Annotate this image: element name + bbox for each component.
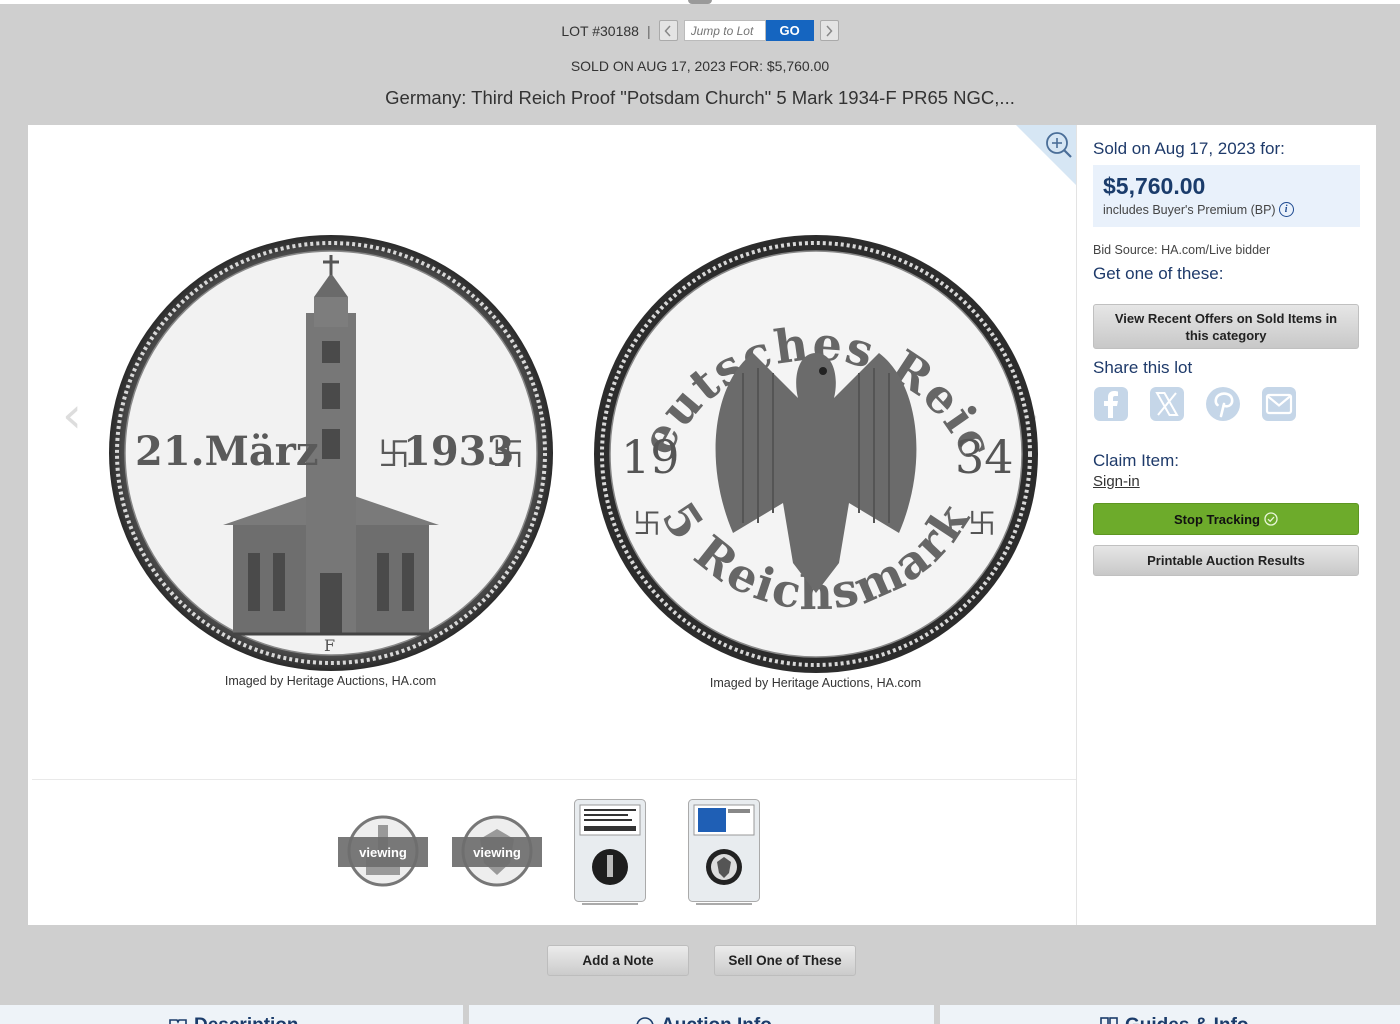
check-circle-icon <box>1264 512 1278 526</box>
info-icon[interactable]: i <box>1278 202 1294 217</box>
buyers-premium-text: includes Buyer's Premium (BP) <box>1103 202 1276 217</box>
sold-price: $5,760.00 <box>1103 173 1206 199</box>
tab-guides-info[interactable]: Guides & Info <box>940 1005 1400 1024</box>
lot-panel: ‹ › 21.März 193 <box>28 125 1376 925</box>
lot-navigation: LOT #30188 | GO <box>0 20 1400 41</box>
lot-separator: | <box>646 22 651 39</box>
lot-number: LOT #30188 <box>561 22 639 39</box>
facebook-icon[interactable] <box>1093 386 1129 422</box>
tab-guides-info-label: Guides & Info <box>1125 1015 1249 1024</box>
obverse-mint-mark: F <box>324 636 335 655</box>
thumbnail-divider <box>32 779 1076 780</box>
tab-description-label: Description <box>194 1015 299 1024</box>
claim-heading: Claim Item: <box>1093 451 1179 470</box>
thumbnail-reverse[interactable]: viewing <box>452 815 542 887</box>
buyers-premium-note: includes Buyer's Premium (BP) i <box>1103 202 1350 217</box>
grid-icon <box>1100 1017 1118 1024</box>
thumbnail-slab-back[interactable] <box>688 799 760 905</box>
lot-title: Germany: Third Reich Proof "Potsdam Chur… <box>385 87 1015 108</box>
previous-image-arrow[interactable]: ‹ <box>62 390 82 440</box>
viewing-label: viewing <box>338 837 428 867</box>
coin-obverse-image[interactable]: 21.März 1933 卐 卐 F <box>108 233 554 673</box>
stop-tracking-button[interactable]: Stop Tracking <box>1093 503 1359 535</box>
previous-lot-button[interactable] <box>658 20 678 41</box>
sold-summary: SOLD ON AUG 17, 2023 FOR: $5,760.00 <box>570 58 830 74</box>
svg-text:卐: 卐 <box>492 435 524 473</box>
go-button[interactable]: GO <box>765 20 814 41</box>
detail-tabs: Description Auction Info Guides & Info <box>0 1005 1400 1024</box>
thumbnail-slab-front-image <box>574 799 646 905</box>
email-icon[interactable] <box>1261 386 1297 422</box>
coin-reverse-image[interactable]: Deutsches Reich 5 Reichsmark 19 34 卐 卐 <box>593 233 1039 675</box>
view-recent-offers-button[interactable]: View Recent Offers on Sold Items in this… <box>1093 304 1359 349</box>
reverse-caption: Imaged by Heritage Auctions, HA.com <box>709 676 922 690</box>
reverse-date-left: 19 <box>621 430 680 484</box>
reverse-date-right: 34 <box>955 430 1014 484</box>
svg-text:卐: 卐 <box>633 507 661 540</box>
chevron-left-icon <box>664 24 671 37</box>
pinterest-icon[interactable] <box>1205 386 1241 422</box>
stop-tracking-label: Stop Tracking <box>1174 511 1260 527</box>
sign-in-link[interactable]: Sign-in <box>1093 473 1360 490</box>
tab-description[interactable]: Description <box>0 1005 463 1024</box>
lot-sidebar: Sold on Aug 17, 2023 for: $5,760.00 incl… <box>1093 125 1360 576</box>
tab-auction-info[interactable]: Auction Info <box>469 1005 934 1024</box>
price-box: $5,760.00 includes Buyer's Premium (BP) … <box>1093 165 1360 227</box>
thumbnail-obverse[interactable]: viewing <box>338 815 428 887</box>
get-one-heading: Get one of these: <box>1093 264 1224 283</box>
svg-text:卐: 卐 <box>968 507 996 540</box>
sell-one-button[interactable]: Sell One of These <box>714 945 856 976</box>
printable-results-button[interactable]: Printable Auction Results <box>1093 545 1359 576</box>
chevron-right-icon <box>826 24 833 37</box>
tab-auction-info-label: Auction Info <box>661 1015 772 1024</box>
bid-source: Bid Source: HA.com/Live bidder <box>1093 243 1271 257</box>
zoom-corner[interactable] <box>1016 125 1076 185</box>
jump-to-lot-input[interactable] <box>683 20 766 41</box>
x-icon[interactable] <box>1149 386 1185 422</box>
share-heading: Share this lot <box>1093 358 1193 377</box>
next-lot-button[interactable] <box>819 20 839 41</box>
obverse-legend: 21.März <box>135 428 319 475</box>
panel-divider <box>1076 125 1077 925</box>
info-circle-icon <box>636 1017 654 1024</box>
book-icon <box>169 1019 187 1024</box>
thumbnail-slab-back-image <box>688 799 760 905</box>
viewing-label: viewing <box>452 837 542 867</box>
share-icons <box>1093 386 1360 422</box>
sold-heading: Sold on Aug 17, 2023 for: <box>1093 139 1285 158</box>
obverse-caption: Imaged by Heritage Auctions, HA.com <box>224 674 437 688</box>
add-note-button[interactable]: Add a Note <box>547 945 689 976</box>
thumbnail-slab-front[interactable] <box>574 799 646 905</box>
svg-text:卐: 卐 <box>378 435 410 473</box>
zoom-in-icon[interactable] <box>1016 125 1076 185</box>
top-notch <box>688 0 712 4</box>
